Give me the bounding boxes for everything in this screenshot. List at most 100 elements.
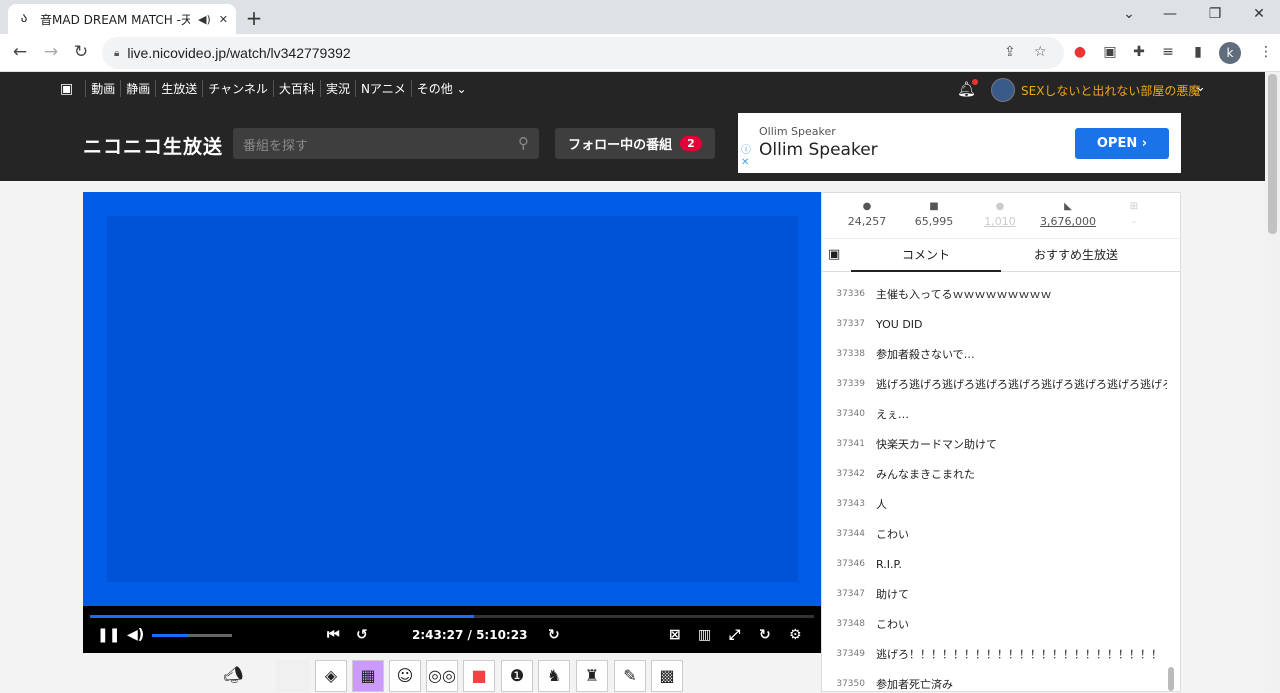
pause-icon[interactable]: ❚❚ bbox=[97, 627, 120, 643]
new-tab-button[interactable]: + bbox=[244, 6, 264, 30]
tab-comment[interactable]: コメント bbox=[851, 240, 1001, 272]
comment-row[interactable]: 37350 参加者死亡済み bbox=[822, 669, 1167, 693]
nav-item-channel[interactable]: チャンネル bbox=[202, 80, 273, 97]
user-menu-chevron-icon[interactable]: ⌄ bbox=[1195, 80, 1206, 95]
comment-row[interactable]: 37349 逃げろ！！！！！！！！！！！！！！！！！！！！！！！ bbox=[822, 639, 1167, 669]
comment-row[interactable]: 37340 えぇ… bbox=[822, 399, 1167, 429]
comment-row[interactable]: 37344 こわい bbox=[822, 519, 1167, 549]
volume-icon[interactable]: ◀) bbox=[127, 627, 144, 643]
nav-item-video[interactable]: 動画 bbox=[85, 80, 120, 97]
gift-item[interactable]: ◎◎ bbox=[426, 660, 458, 692]
gift-item[interactable]: ▦ bbox=[352, 660, 384, 692]
maximize-button[interactable]: ❐ bbox=[1200, 6, 1230, 22]
back-icon[interactable]: ← bbox=[9, 42, 31, 62]
comment-row[interactable]: 37339 逃げろ逃げろ逃げろ逃げろ逃げろ逃げろ逃げろ逃げろ逃げろ bbox=[822, 369, 1167, 399]
reading-list-icon[interactable]: ≡ bbox=[1158, 44, 1178, 60]
browser-toolbar: ← → ↻ 🔒︎ live.nicovideo.jp/watch/lv34277… bbox=[0, 34, 1280, 72]
gift-point-count[interactable]: ◣ 3,676,000 bbox=[1038, 201, 1098, 228]
comment-number: 37344 bbox=[836, 529, 865, 539]
comment-row[interactable]: 37348 こわい bbox=[822, 609, 1167, 639]
user-avatar[interactable] bbox=[991, 78, 1015, 102]
comment-list[interactable]: 37336 主催も入ってるｗｗｗｗｗｗｗｗｗ 37337 YOU DID 37338 参加… bbox=[822, 279, 1167, 693]
comment-row[interactable]: 37337 YOU DID bbox=[822, 309, 1167, 339]
reload-stream-icon[interactable]: ↻ bbox=[759, 627, 771, 643]
tab-search-icon[interactable]: ⌄ bbox=[1114, 6, 1144, 22]
skip-back-start-icon[interactable]: ⏮ bbox=[327, 627, 340, 643]
gift-item[interactable]: ✎ bbox=[614, 660, 646, 692]
rewind-10-icon[interactable]: ↺ bbox=[356, 627, 368, 643]
comment-number: 37349 bbox=[836, 649, 865, 659]
comment-row[interactable]: 37347 助けて bbox=[822, 579, 1167, 609]
niconico-tv-icon[interactable]: ▣ bbox=[60, 81, 73, 97]
gift-item[interactable]: ♞ bbox=[538, 660, 570, 692]
comment-number: 37340 bbox=[836, 409, 865, 419]
side-panel-icon[interactable]: ▮ bbox=[1188, 44, 1208, 60]
seek-bar[interactable] bbox=[90, 615, 814, 618]
bookmark-star-icon[interactable]: ☆ bbox=[1034, 44, 1047, 60]
reload-icon[interactable]: ↻ bbox=[70, 42, 92, 62]
comment-number: 37337 bbox=[836, 319, 865, 329]
search-icon[interactable]: ⚲ bbox=[518, 134, 529, 152]
gift-item[interactable]: ☺ bbox=[389, 660, 421, 692]
advertise-megaphone-icon[interactable]: 📣︎ bbox=[223, 665, 243, 684]
volume-slider[interactable] bbox=[152, 634, 232, 637]
gift-item[interactable]: ♜ bbox=[576, 660, 608, 692]
profile-avatar[interactable]: k bbox=[1219, 42, 1241, 64]
comment-hide-icon[interactable]: ⊠ bbox=[669, 627, 681, 643]
fullscreen-icon[interactable]: ⤢ bbox=[729, 627, 740, 643]
ad-open-button[interactable]: OPEN › bbox=[1075, 128, 1169, 159]
program-search-input[interactable]: 番組を探す ⚲ bbox=[233, 128, 539, 159]
close-window-button[interactable]: ✕ bbox=[1244, 6, 1274, 22]
media-extension-icon[interactable]: ▣ bbox=[1100, 44, 1120, 60]
nav-item-dic[interactable]: 大百科 bbox=[272, 80, 320, 97]
comment-settings-icon[interactable]: ▣ bbox=[828, 247, 840, 262]
gift-item[interactable]: ❶ bbox=[501, 660, 533, 692]
gift-item[interactable] bbox=[277, 660, 309, 692]
ad-close-icon[interactable]: ✕ bbox=[741, 157, 749, 168]
nav-item-jikkyo[interactable]: 実況 bbox=[319, 80, 355, 97]
record-extension-icon[interactable]: ● bbox=[1070, 44, 1090, 60]
tab-close-icon[interactable]: ✕ bbox=[219, 13, 228, 26]
ad-banner[interactable]: ⓘ ✕ Ollim Speaker Ollim Speaker OPEN › bbox=[738, 113, 1181, 173]
tab-recommended-live[interactable]: おすすめ生放送 bbox=[1001, 240, 1151, 272]
browser-menu-icon[interactable]: ⋮ bbox=[1256, 44, 1276, 60]
minimize-button[interactable]: — bbox=[1155, 6, 1185, 22]
page-scrollbar-thumb[interactable] bbox=[1268, 74, 1277, 234]
gift-item[interactable]: ◈ bbox=[315, 660, 347, 692]
comment-row[interactable]: 37341 快楽天カードマン助けて bbox=[822, 429, 1167, 459]
share-icon[interactable]: ⇪ bbox=[1004, 44, 1016, 60]
forward-10-icon[interactable]: ↻ bbox=[548, 627, 560, 643]
comment-row[interactable]: 37338 参加者殺さないで… bbox=[822, 339, 1167, 369]
nav-item-nanime[interactable]: Nアニメ bbox=[354, 80, 411, 97]
notification-bell-icon[interactable]: 🔔︎ bbox=[957, 79, 979, 98]
comment-text: 逃げろ！！！！！！！！！！！！！！！！！！！！！！！ bbox=[876, 648, 1162, 661]
nav-item-seiga[interactable]: 静画 bbox=[120, 80, 155, 97]
tab-audio-icon[interactable]: ◀) bbox=[198, 13, 211, 26]
ad-point-count[interactable]: ● 1,010 bbox=[970, 201, 1030, 228]
comment-row[interactable]: 37343 人 bbox=[822, 489, 1167, 519]
comment-bubble-icon: ■ bbox=[929, 201, 939, 212]
comment-row[interactable]: 37346 R.I.P. bbox=[822, 549, 1167, 579]
comment-row[interactable]: 37342 みんなまきこまれた bbox=[822, 459, 1167, 489]
comment-scrollbar[interactable] bbox=[1168, 667, 1174, 691]
following-programs-button[interactable]: フォロー中の番組 2 bbox=[555, 128, 715, 159]
ad-info-icon[interactable]: ⓘ bbox=[741, 141, 751, 156]
address-bar[interactable]: 🔒︎ live.nicovideo.jp/watch/lv342779392 ⇪… bbox=[102, 37, 1064, 69]
gift-item[interactable]: ■ bbox=[463, 660, 495, 692]
page-scrollbar[interactable] bbox=[1265, 72, 1280, 692]
theater-mode-icon[interactable]: ▥ bbox=[698, 627, 711, 643]
nav-item-more[interactable]: その他 ⌄ bbox=[410, 80, 472, 97]
program-stats: ● 24,257 ■ 65,995 ● 1,010 ◣ 3,676,000 ⊞ - bbox=[822, 193, 1180, 239]
user-name[interactable]: SEXしないと出れない部屋の悪魔 bbox=[1021, 82, 1200, 99]
video-player[interactable]: ❚❚ ◀) ⏮ ↺ 2:43:27 / 5:10:23 ↻ ⊠ ▥ ⤢ ↻ ⚙ bbox=[83, 192, 821, 653]
extensions-puzzle-icon[interactable]: ✚ bbox=[1129, 44, 1149, 60]
nicolive-logo[interactable]: ニコニコ生放送 bbox=[83, 132, 223, 159]
video-screen[interactable] bbox=[107, 216, 798, 582]
comment-row[interactable]: 37336 主催も入ってるｗｗｗｗｗｗｗｗｗ bbox=[822, 279, 1167, 309]
nav-item-live[interactable]: 生放送 bbox=[155, 80, 202, 97]
comment-number: 37338 bbox=[836, 349, 865, 359]
forward-icon[interactable]: → bbox=[40, 42, 62, 62]
browser-tab[interactable]: ა 音MAD DREAM MATCH -天 ◀) ✕ bbox=[8, 4, 236, 34]
settings-gear-icon[interactable]: ⚙ bbox=[789, 627, 802, 643]
gift-item[interactable]: ▩ bbox=[651, 660, 683, 692]
